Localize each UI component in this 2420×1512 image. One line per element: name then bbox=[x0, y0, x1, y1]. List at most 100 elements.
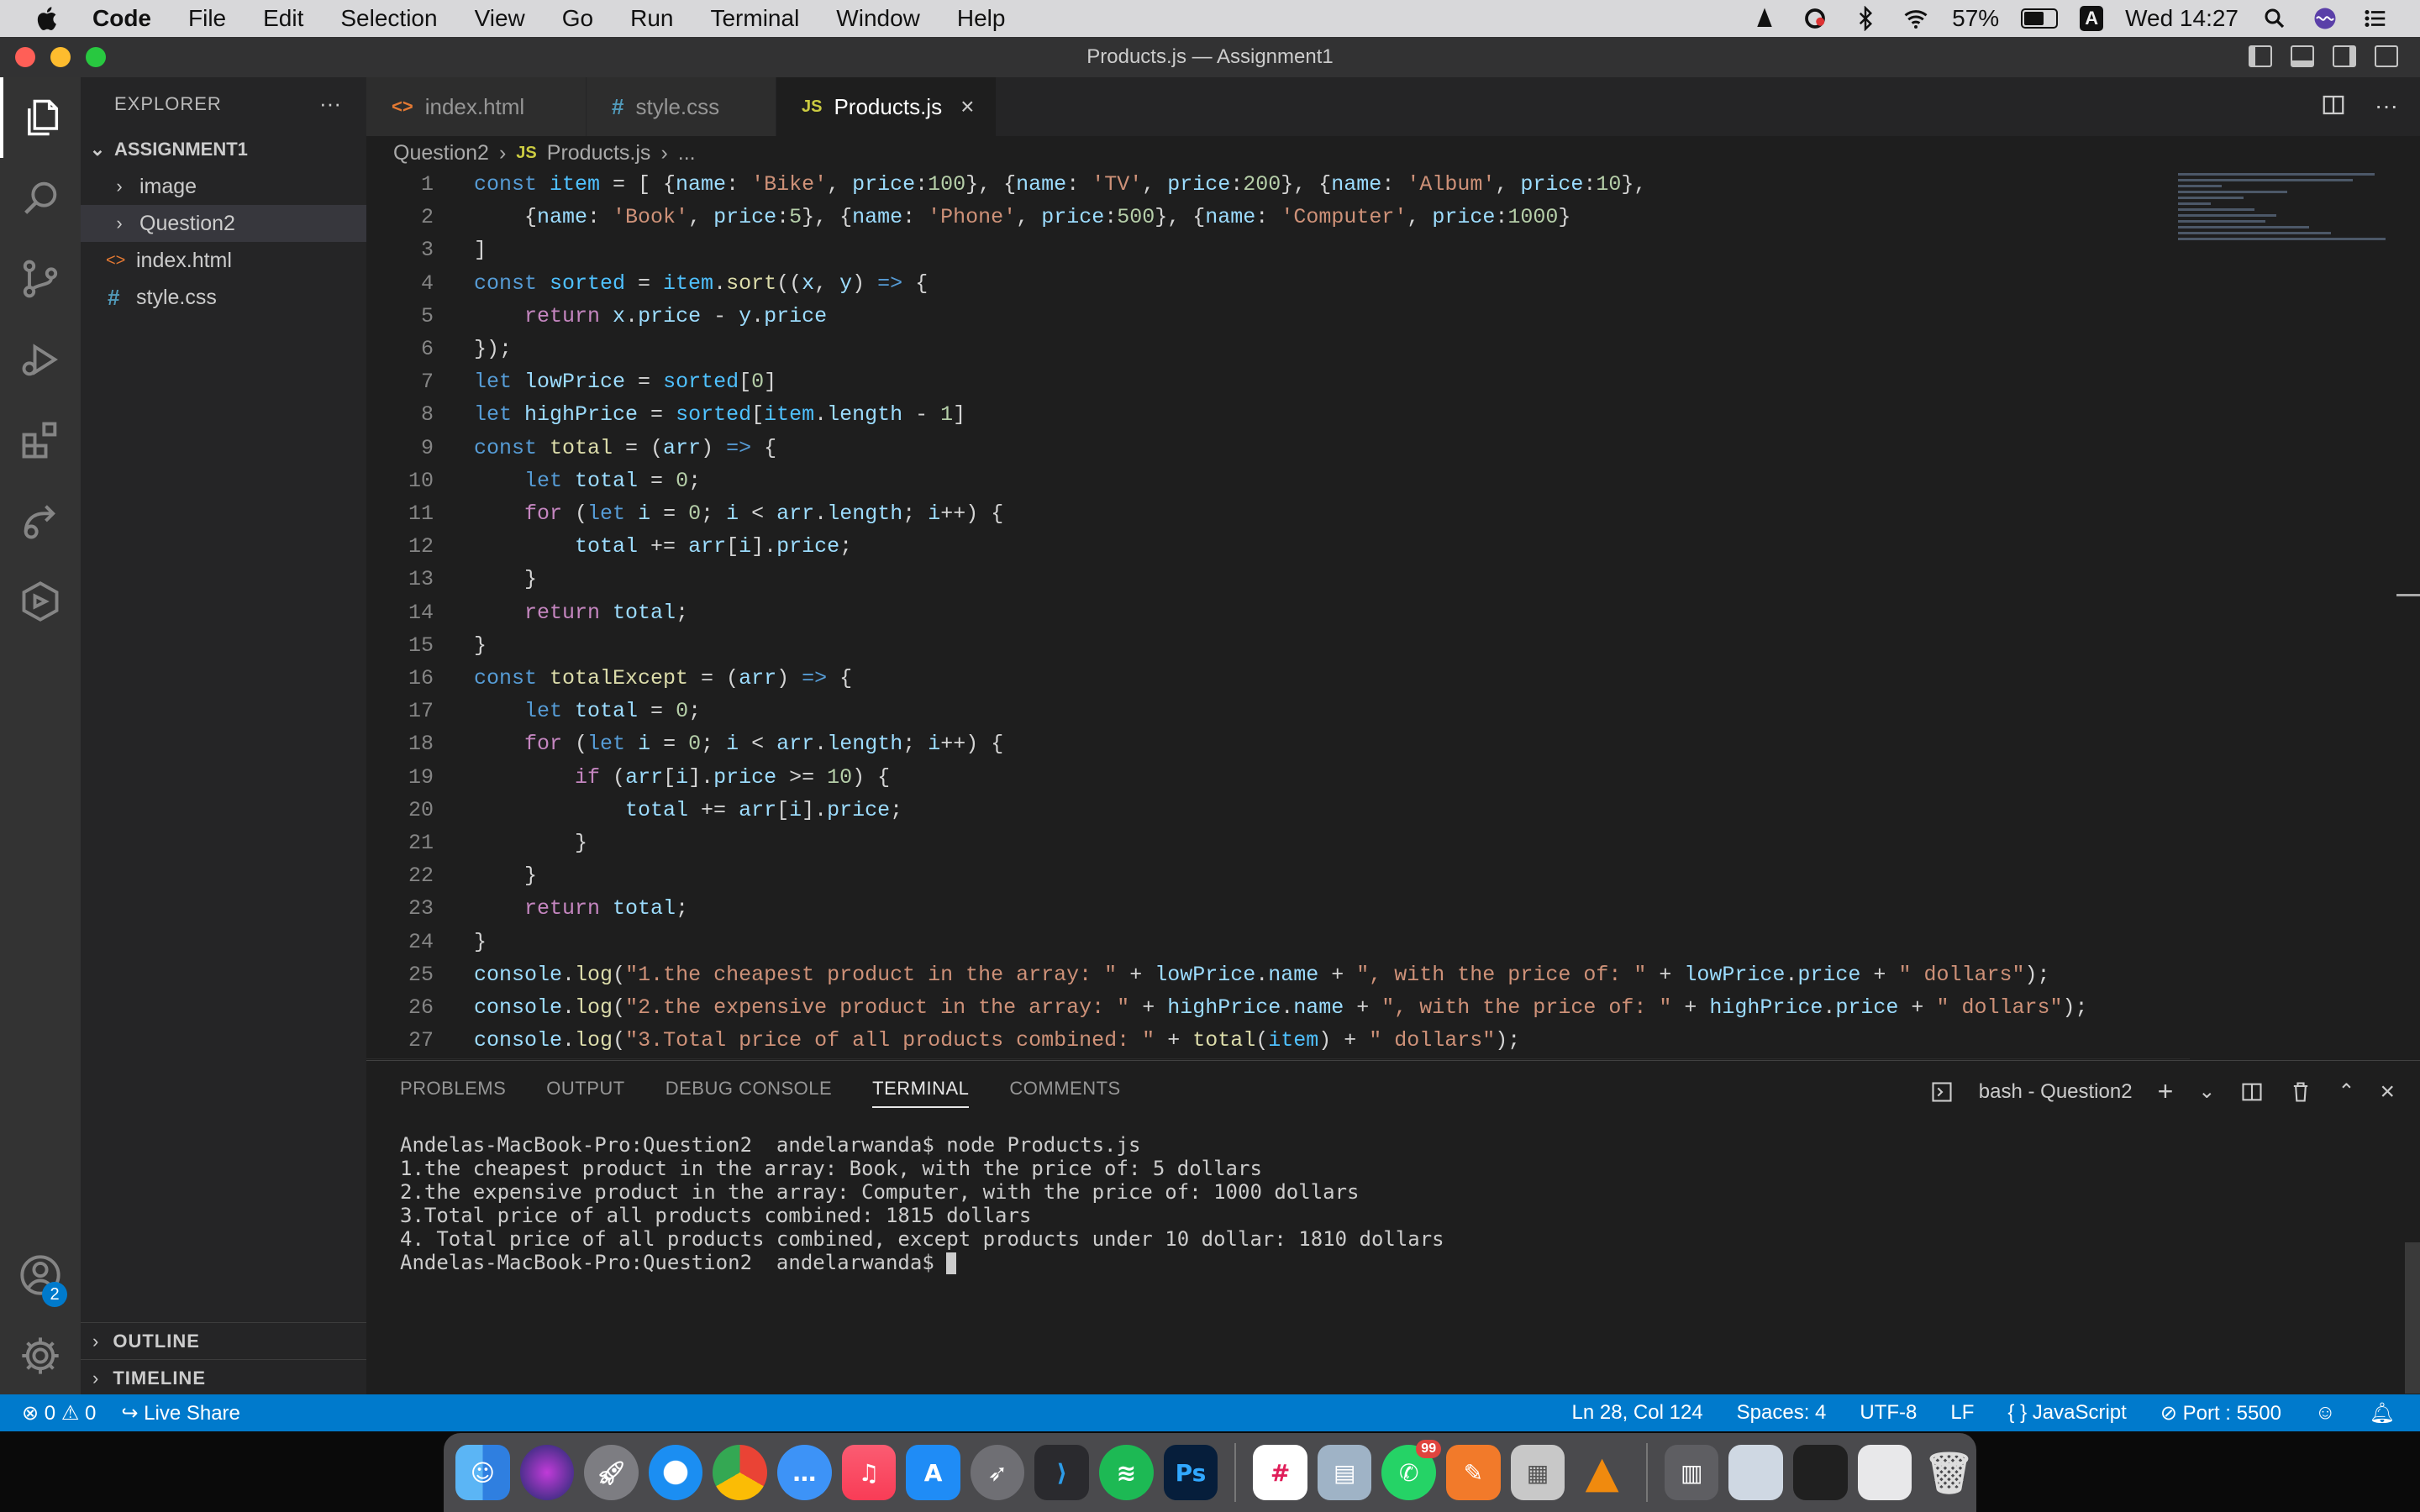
tree-item-image[interactable]: › image bbox=[81, 168, 366, 205]
calculator-dock-icon[interactable]: ▦ bbox=[1510, 1445, 1565, 1500]
chrome-dock-icon[interactable] bbox=[713, 1445, 768, 1500]
code-line[interactable]: 4 const sorted = item.sort((x, y) => { bbox=[366, 269, 2190, 299]
menu-run[interactable]: Run bbox=[630, 5, 673, 32]
menu-help[interactable]: Help bbox=[957, 5, 1006, 32]
code-line[interactable]: 9 const total = (arr) => { bbox=[366, 433, 2190, 464]
screenshot-dock-icon[interactable] bbox=[1728, 1445, 1784, 1500]
apple-icon[interactable] bbox=[34, 4, 62, 33]
menu-edit[interactable]: Edit bbox=[263, 5, 303, 32]
code-line[interactable]: 6}); bbox=[366, 334, 2190, 365]
close-window-button[interactable] bbox=[15, 47, 35, 67]
vscode-dock-icon[interactable]: ⟩ bbox=[1034, 1445, 1090, 1500]
tree-item-question2[interactable]: › Question2 bbox=[81, 205, 366, 242]
code-line[interactable]: 25 console.log("1.the cheapest product in… bbox=[366, 960, 2190, 990]
creative-cloud-icon[interactable] bbox=[1801, 6, 1829, 31]
extensions-activity[interactable] bbox=[0, 400, 81, 480]
code-line[interactable]: 26 console.log("2.the expensive product i… bbox=[366, 993, 2190, 1023]
tab-debug-console[interactable]: DEBUG CONSOLE bbox=[666, 1078, 832, 1108]
trash-icon[interactable] bbox=[2289, 1080, 2312, 1104]
close-panel-icon[interactable]: × bbox=[2380, 1078, 2395, 1106]
code-editor[interactable]: 1 const item = [ {name: 'Bike', price:100… bbox=[366, 170, 2420, 1091]
code-line[interactable]: 19 if (arr[i].price >= 10) { bbox=[366, 763, 2190, 793]
siri-icon[interactable] bbox=[2311, 6, 2339, 31]
code-line[interactable]: 2 {name: 'Book', price:5}, {name: 'Phone… bbox=[366, 202, 2190, 233]
code-line[interactable]: 27 console.log("3.Total price of all prod… bbox=[366, 1026, 2190, 1056]
tab-index-html[interactable]: <> index.html bbox=[366, 77, 587, 136]
terminal-dock-icon[interactable] bbox=[1793, 1445, 1848, 1500]
menu-terminal[interactable]: Terminal bbox=[710, 5, 799, 32]
notifications-bell-icon[interactable]: 🔔︎ bbox=[2370, 1401, 2395, 1425]
code-line[interactable]: 8 let highPrice = sorted[item.length - 1] bbox=[366, 400, 2190, 430]
tab-output[interactable]: OUTPUT bbox=[546, 1078, 624, 1108]
menu-clock[interactable]: Wed 14:27 bbox=[2125, 5, 2238, 32]
breadcrumb-more[interactable]: ... bbox=[678, 141, 696, 165]
window-dock-icon[interactable] bbox=[1857, 1445, 1912, 1500]
feedback-icon[interactable]: ☺ bbox=[2315, 1401, 2336, 1425]
toggle-primary-sidebar-icon[interactable] bbox=[2249, 45, 2272, 67]
terminal-shell-selector[interactable]: bash - Question2 bbox=[1979, 1080, 2133, 1104]
siri-dock-icon[interactable] bbox=[519, 1445, 575, 1500]
code-line[interactable]: 13 } bbox=[366, 564, 2190, 595]
breadcrumb-folder[interactable]: Question2 bbox=[393, 141, 489, 165]
language-mode[interactable]: { } JavaScript bbox=[2007, 1401, 2126, 1425]
run-debug-activity[interactable] bbox=[0, 319, 81, 400]
minimize-window-button[interactable] bbox=[50, 47, 71, 67]
split-terminal-icon[interactable] bbox=[2240, 1080, 2264, 1104]
bluetooth-icon[interactable] bbox=[1851, 6, 1880, 31]
close-tab-icon[interactable]: × bbox=[960, 93, 974, 120]
tab-comments[interactable]: COMMENTS bbox=[1009, 1078, 1120, 1108]
app-store-dock-icon[interactable]: A bbox=[906, 1445, 960, 1500]
vlc-status-icon[interactable] bbox=[1750, 6, 1779, 31]
cursor-position[interactable]: Ln 28, Col 124 bbox=[1572, 1401, 1703, 1425]
code-line[interactable]: 15} bbox=[366, 631, 2190, 661]
tab-problems[interactable]: PROBLEMS bbox=[400, 1078, 506, 1108]
code-line[interactable]: 12 total += arr[i].price; bbox=[366, 532, 2190, 562]
menu-view[interactable]: View bbox=[475, 5, 525, 32]
tab-style-css[interactable]: # style.css bbox=[587, 77, 776, 136]
indentation[interactable]: Spaces: 4 bbox=[1737, 1401, 1827, 1425]
tab-terminal[interactable]: TERMINAL bbox=[872, 1078, 970, 1108]
code-line[interactable]: 3] bbox=[366, 235, 2190, 265]
tree-item-style-css[interactable]: # style.css bbox=[81, 279, 366, 316]
folder-dock-icon[interactable]: ▥ bbox=[1664, 1445, 1719, 1500]
accounts-activity[interactable]: 2 bbox=[0, 1235, 81, 1315]
code-line[interactable]: 22 } bbox=[366, 861, 2190, 891]
code-line[interactable]: 5 return x.price - y.price bbox=[366, 302, 2190, 332]
explorer-activity[interactable] bbox=[0, 77, 81, 158]
toggle-panel-icon[interactable] bbox=[2291, 45, 2314, 67]
code-line[interactable]: 20 total += arr[i].price; bbox=[366, 795, 2190, 826]
code-line[interactable]: 1 const item = [ {name: 'Bike', price:100… bbox=[366, 170, 2190, 200]
new-terminal-icon[interactable]: + bbox=[2158, 1076, 2174, 1107]
messages-dock-icon[interactable]: … bbox=[777, 1445, 832, 1500]
encoding[interactable]: UTF-8 bbox=[1860, 1401, 1917, 1425]
split-editor-icon[interactable] bbox=[2321, 92, 2346, 118]
live-server-status[interactable]: ⊘ Port : 5500 bbox=[2160, 1401, 2281, 1425]
whatsapp-dock-icon[interactable]: ✆ 99 bbox=[1381, 1440, 1442, 1500]
code-line[interactable]: 21 } bbox=[366, 828, 2190, 858]
code-line[interactable]: 24} bbox=[366, 927, 2190, 958]
menu-file[interactable]: File bbox=[188, 5, 226, 32]
chevron-down-icon[interactable]: ⌄ bbox=[2198, 1079, 2215, 1104]
manage-activity[interactable] bbox=[0, 1315, 81, 1396]
terminal-output[interactable]: Andelas-MacBook-Pro:Question2 andelarwan… bbox=[400, 1133, 1444, 1274]
workspace-root[interactable]: ⌄ ASSIGNMENT1 bbox=[81, 131, 366, 168]
menu-go[interactable]: Go bbox=[562, 5, 593, 32]
finder-dock-icon[interactable]: ☺ bbox=[455, 1445, 510, 1500]
menu-app-name[interactable]: Code bbox=[92, 5, 151, 32]
code-line[interactable]: 16 const totalExcept = (arr) => { bbox=[366, 664, 2190, 694]
launchpad-dock-icon[interactable]: 🚀︎ bbox=[584, 1445, 639, 1500]
code-line[interactable]: 23 return total; bbox=[366, 894, 2190, 924]
problems-status[interactable]: ⊗ 0 ⚠ 0 bbox=[22, 1401, 96, 1425]
maximize-panel-icon[interactable]: ⌃ bbox=[2338, 1079, 2354, 1104]
code-line[interactable]: 10 let total = 0; bbox=[366, 466, 2190, 496]
code-line[interactable]: 14 return total; bbox=[366, 598, 2190, 628]
spotify-dock-icon[interactable]: ≋ bbox=[1099, 1445, 1154, 1500]
rocket-dock-icon[interactable]: ➶ bbox=[970, 1445, 1025, 1500]
terminal-scrollbar[interactable] bbox=[2405, 1242, 2420, 1394]
control-center-icon[interactable] bbox=[2361, 6, 2390, 31]
more-actions-icon[interactable]: ··· bbox=[319, 91, 341, 117]
outline-section[interactable]: › OUTLINE bbox=[81, 1322, 366, 1360]
code-line[interactable]: 18 for (let i = 0; i < arr.length; i++) … bbox=[366, 729, 2190, 759]
scrollbar-thumb[interactable] bbox=[2396, 594, 2420, 596]
timeline-section[interactable]: › TIMELINE bbox=[81, 1359, 366, 1397]
